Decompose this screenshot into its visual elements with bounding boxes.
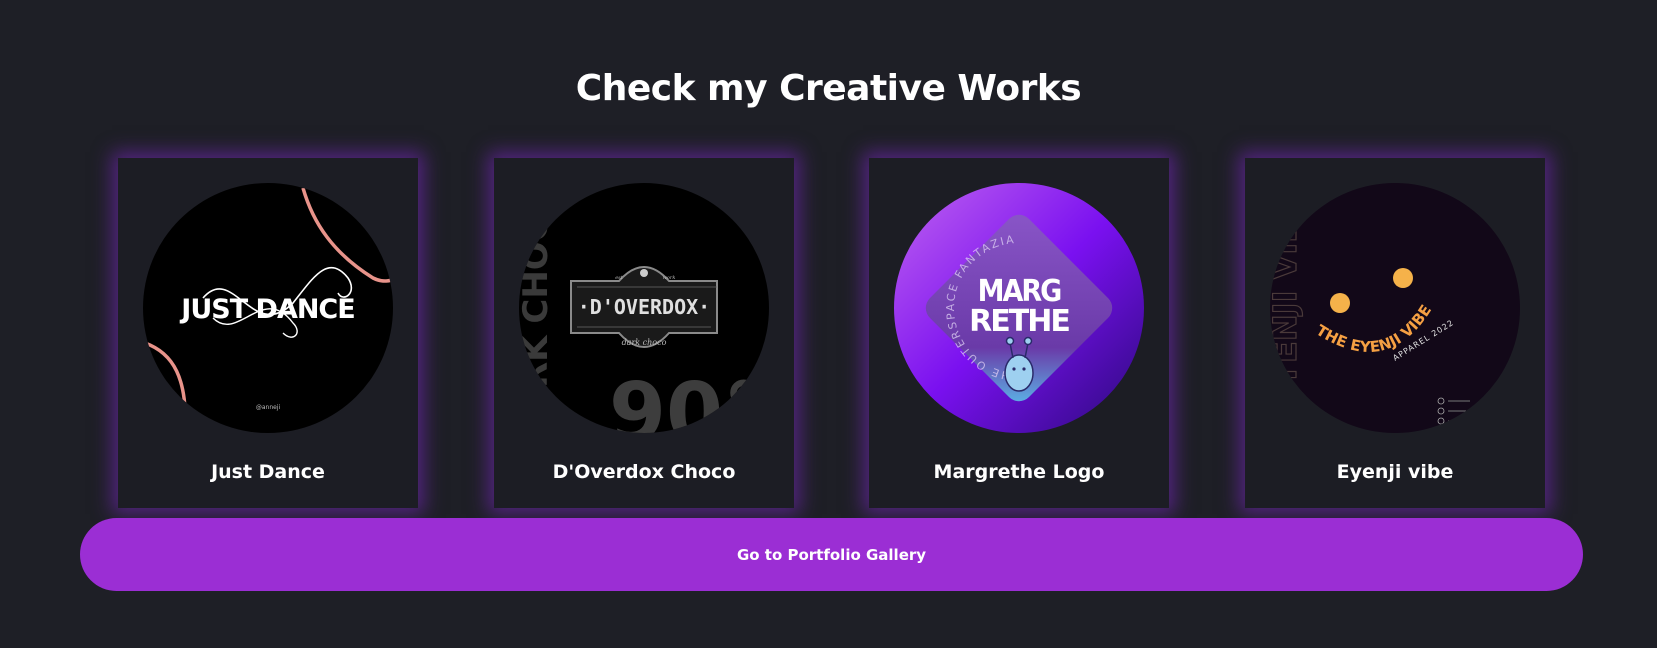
work-title: Eyenji vibe — [1336, 461, 1454, 483]
work-title: D'Overdox Choco — [552, 461, 736, 483]
doverdox-top-right: work — [663, 275, 676, 281]
doverdox-top-left: est — [615, 275, 624, 281]
just-dance-logo-text: JUST DANCE — [179, 294, 354, 325]
work-title: Margrethe Logo — [933, 461, 1105, 483]
portfolio-gallery-button[interactable]: Go to Portfolio Gallery — [80, 518, 1583, 591]
eyenji-artwork: EYENJI VIB THE EYENJI VIBE APPAREL 2022 — [1270, 183, 1520, 433]
work-thumbnail-margrethe-logo: THE OUTERSPACE FANTAZIA MARG RETHE — [894, 183, 1144, 433]
just-dance-artwork: JUST DANCE @anneji — [143, 183, 393, 433]
just-dance-handle: @anneji — [256, 404, 281, 411]
doverdox-side-text: RK CHOC — [519, 216, 556, 388]
work-card-just-dance[interactable]: JUST DANCE @anneji Just Dance — [118, 158, 418, 508]
work-thumbnail-eyenji-vibe: EYENJI VIB THE EYENJI VIBE APPAREL 2022 — [1270, 183, 1520, 433]
doverdox-script-text: dark choco — [622, 338, 667, 347]
margrethe-artwork: THE OUTERSPACE FANTAZIA MARG RETHE — [894, 183, 1144, 433]
creative-works-section: Check my Creative Works JUST DANCE @anne… — [0, 0, 1657, 648]
section-title: Check my Creative Works — [575, 68, 1082, 109]
doverdox-brand-text: ·D'OVERDOX· — [578, 295, 710, 319]
work-thumbnail-just-dance: JUST DANCE @anneji — [143, 183, 393, 433]
doverdox-big-text: 90° — [609, 366, 764, 433]
work-thumbnail-doverdox-choco: RK CHOC 90° ·D'OVERDOX· est work dark ch… — [519, 183, 769, 433]
work-card-eyenji-vibe[interactable]: EYENJI VIB THE EYENJI VIBE APPAREL 2022 … — [1245, 158, 1545, 508]
work-card-doverdox-choco[interactable]: RK CHOC 90° ·D'OVERDOX· est work dark ch… — [494, 158, 794, 508]
work-card-margrethe-logo[interactable]: THE OUTERSPACE FANTAZIA MARG RETHE Margr… — [869, 158, 1169, 508]
doverdox-artwork: RK CHOC 90° ·D'OVERDOX· est work dark ch… — [519, 183, 769, 433]
eyenji-side-text: EYENJI VIB — [1270, 218, 1304, 408]
work-title: Just Dance — [211, 461, 325, 483]
margrethe-line2: RETHE — [969, 304, 1069, 339]
